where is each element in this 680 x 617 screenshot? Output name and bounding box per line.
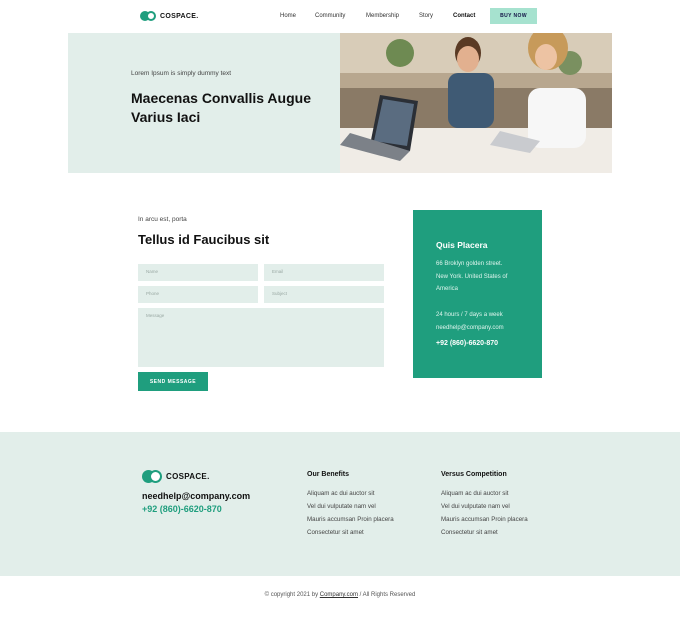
hero-banner: Lorem Ipsum is simply dummy text Maecena…: [68, 33, 612, 173]
info-email[interactable]: needhelp@company.com: [436, 325, 504, 331]
buy-now-button[interactable]: BUY NOW: [490, 8, 537, 24]
logo[interactable]: COSPACE.: [140, 11, 198, 21]
benefits-link[interactable]: Vel dui vulputate nam vel: [307, 503, 376, 510]
contact-subtitle: In arcu est, porta: [138, 216, 187, 223]
info-address-line3: America: [436, 286, 459, 292]
hero-image: [340, 33, 612, 173]
message-textarea[interactable]: Message: [138, 308, 384, 367]
contact-title: Tellus id Faucibus sit: [138, 232, 270, 247]
footer-phone[interactable]: +92 (860)-6620-870: [142, 504, 222, 514]
name-input[interactable]: Name: [138, 264, 258, 281]
versus-link[interactable]: Vel dui vulputate nam vel: [441, 503, 510, 510]
hero-title: Maecenas Convallis Augue Varius Iaci: [131, 90, 311, 125]
footer-logo-text: COSPACE.: [166, 472, 210, 481]
contact-info-card: Quis Placera 66 Broklyn golden street. N…: [413, 210, 542, 378]
logo-icon: [140, 11, 156, 21]
benefits-link[interactable]: Consectetur sit amet: [307, 529, 364, 536]
versus-heading: Versus Competition: [441, 471, 507, 478]
copyright: © copyright 2021 by Company.com / All Ri…: [0, 592, 680, 598]
logo-text: COSPACE.: [160, 12, 199, 20]
nav-story[interactable]: Story: [419, 13, 433, 19]
copyright-prefix: © copyright 2021 by: [264, 592, 320, 598]
email-input[interactable]: Email: [264, 264, 384, 281]
phone-input[interactable]: Phone: [138, 286, 258, 303]
info-phone[interactable]: +92 (860)-6620-870: [436, 340, 498, 347]
hero-subtitle: Lorem Ipsum is simply dummy text: [131, 70, 232, 77]
nav-membership[interactable]: Membership: [366, 13, 399, 19]
nav-community[interactable]: Community: [315, 13, 345, 19]
benefits-link[interactable]: Aliquam ac dui auctor sit: [307, 490, 374, 497]
company-link[interactable]: Company.com: [320, 592, 358, 598]
logo-icon: [142, 470, 162, 483]
info-title: Quis Placera: [436, 240, 488, 250]
subject-input[interactable]: Subject: [264, 286, 384, 303]
nav-contact[interactable]: Contact: [453, 13, 475, 19]
footer-logo[interactable]: COSPACE.: [142, 470, 210, 483]
info-address-line2: New York. United States of: [436, 274, 508, 280]
send-message-button[interactable]: SEND MESSAGE: [138, 372, 208, 391]
versus-link[interactable]: Consectetur sit amet: [441, 529, 498, 536]
copyright-suffix: / All Rights Reserved: [358, 592, 416, 598]
versus-link[interactable]: Aliquam ac dui auctor sit: [441, 490, 508, 497]
info-address-line1: 66 Broklyn golden street.: [436, 261, 503, 267]
site-header: COSPACE. Home Community Membership Story…: [0, 0, 680, 33]
info-hours: 24 hours / 7 days a week: [436, 312, 503, 318]
benefits-heading: Our Benefits: [307, 471, 350, 478]
versus-link[interactable]: Mauris accumsan Proin placera: [441, 516, 528, 523]
benefits-link[interactable]: Mauris accumsan Proin placera: [307, 516, 394, 523]
nav-home[interactable]: Home: [280, 13, 296, 19]
footer-email[interactable]: needhelp@company.com: [142, 491, 250, 501]
site-footer: COSPACE. needhelp@company.com +92 (860)-…: [0, 432, 680, 576]
